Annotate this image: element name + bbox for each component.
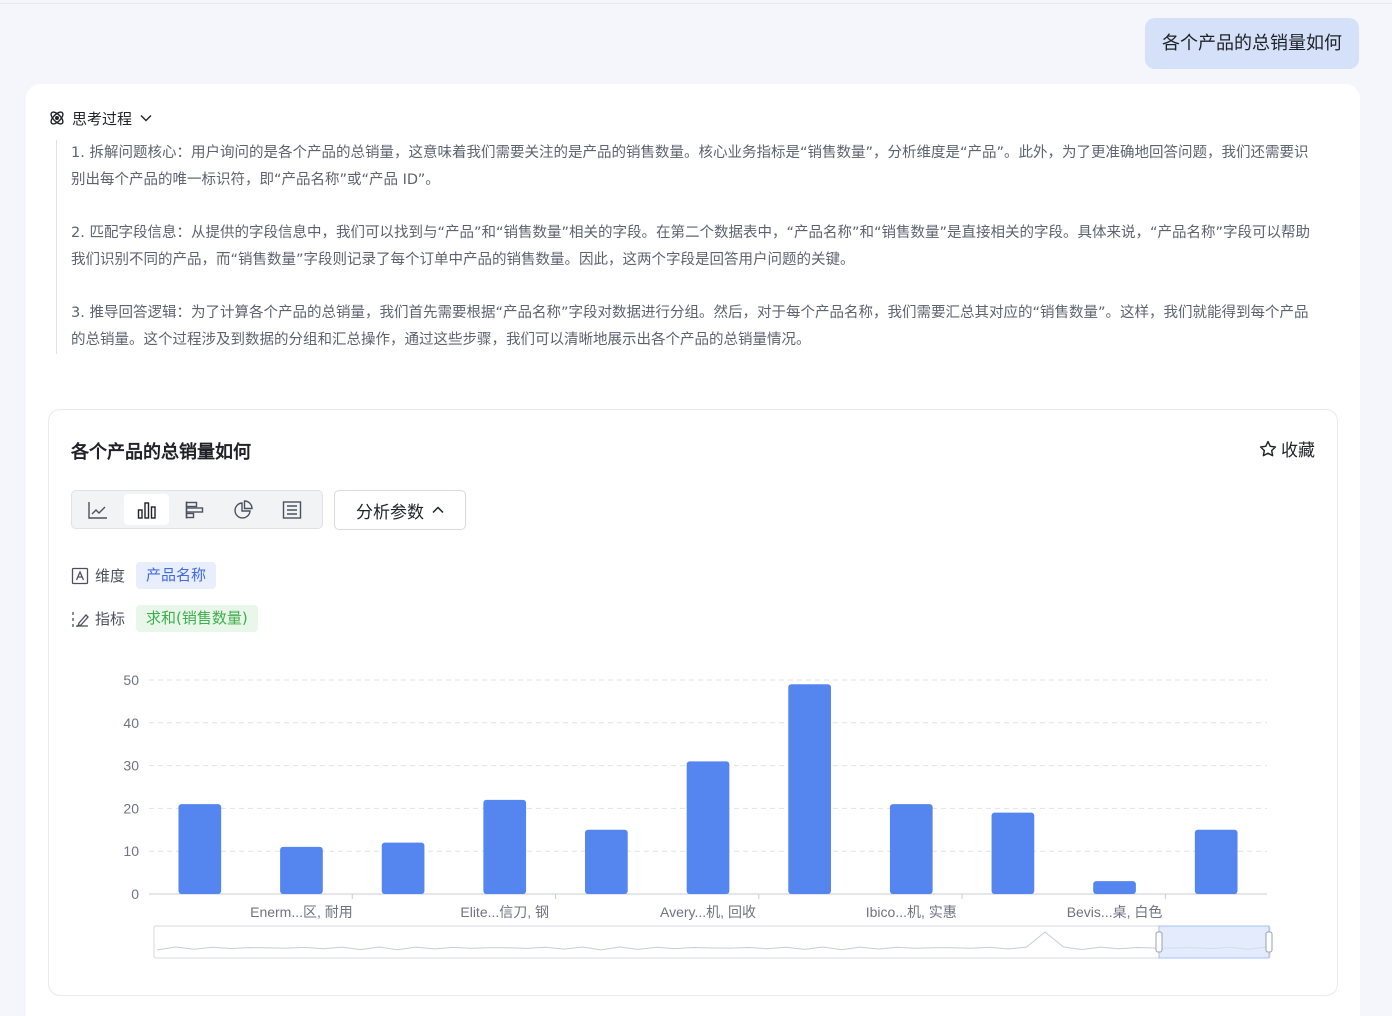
dimension-label: 维度: [95, 567, 126, 585]
bar-chart-button[interactable]: [124, 494, 169, 525]
pie-chart-button[interactable]: [221, 494, 265, 525]
bar[interactable]: [381, 842, 425, 894]
thinking-paragraph: 3. 推导回答逻辑：为了计算各个产品的总销量，我们首先需要根据“产品名称”字段对…: [71, 305, 1309, 348]
line-chart-button[interactable]: [76, 494, 120, 525]
x-tick-label: Bevis...桌, 白色: [1067, 904, 1163, 920]
y-tick-label: 50: [123, 672, 139, 688]
zoom-slider-handle-right[interactable]: [1265, 931, 1273, 953]
metric-tag[interactable]: 求和(销售数量): [136, 605, 258, 632]
thinking-toggle[interactable]: 思考过程: [48, 106, 152, 130]
chart-title: 各个产品的总销量如何: [71, 442, 251, 463]
bar-chart: 0 10 20 30 40 50 Enerm...区, 耐用 Elite...信刀, 钢 Ave…: [123, 672, 1273, 959]
chart-type-switch: [71, 490, 323, 529]
bar[interactable]: [1093, 881, 1136, 894]
bar[interactable]: [1194, 829, 1238, 894]
dimension-row: 维度 产品名称: [71, 562, 217, 589]
horizontal-bar-chart-button[interactable]: [173, 494, 217, 525]
user-message-bubble: 各个产品的总销量如何: [1145, 18, 1359, 69]
horizontal-bar-chart-icon: [185, 501, 204, 518]
favorite-button[interactable]: 收藏: [1259, 436, 1315, 461]
y-tick-label: 0: [131, 886, 139, 902]
zoom-slider-window[interactable]: [1158, 925, 1270, 959]
metric-row: 指标 求和(销售数量): [71, 605, 258, 632]
analysis-params-button[interactable]: 分析参数: [334, 490, 466, 530]
bar[interactable]: [991, 812, 1035, 894]
y-tick-label: 20: [123, 800, 139, 816]
zoom-slider-track[interactable]: [153, 925, 1271, 959]
answer-card: 思考过程 1. 拆解问题核心：用户询问的是各个产品的总销量，这意味着我们需要关注…: [26, 84, 1360, 1016]
y-tick-label: 40: [123, 715, 139, 731]
pie-chart-icon: [234, 499, 254, 519]
dimension-tag[interactable]: 产品名称: [136, 562, 217, 589]
bar-chart-icon: [137, 501, 156, 519]
y-tick-label: 10: [123, 843, 139, 859]
top-divider: [0, 0, 1392, 4]
thinking-icon: [48, 109, 66, 127]
chevron-up-icon: [432, 506, 444, 514]
metric-label: 指标: [95, 610, 126, 628]
x-tick-label: Enerm...区, 耐用: [250, 904, 353, 920]
zoom-slider-handle-left[interactable]: [1155, 931, 1163, 953]
chart-card: 各个产品的总销量如何 收藏 分析参数 维度 产品名称 指标 求和(销售数量) 0…: [48, 409, 1338, 996]
line-chart-icon: [88, 501, 108, 519]
bar[interactable]: [483, 799, 527, 894]
x-tick-label: Elite...信刀, 钢: [460, 904, 549, 920]
bar[interactable]: [178, 804, 222, 894]
analysis-params-label: 分析参数: [356, 502, 424, 523]
bar[interactable]: [686, 761, 730, 894]
thinking-label: 思考过程: [72, 109, 133, 128]
thinking-paragraph: 1. 拆解问题核心：用户询问的是各个产品的总销量，这意味着我们需要关注的是产品的…: [71, 145, 1309, 188]
bar[interactable]: [788, 684, 831, 894]
metric-icon: [71, 610, 89, 628]
favorite-label: 收藏: [1281, 441, 1315, 461]
bar[interactable]: [889, 804, 933, 894]
star-icon: [1259, 440, 1277, 456]
x-tick-label: Ibico...机, 实惠: [866, 904, 957, 920]
bar[interactable]: [280, 846, 323, 894]
thinking-content: 1. 拆解问题核心：用户询问的是各个产品的总销量，这意味着我们需要关注的是产品的…: [56, 140, 1316, 354]
thinking-paragraph: 2. 匹配字段信息：从提供的字段信息中，我们可以找到与“产品”和“销售数量”相关…: [71, 225, 1311, 268]
chevron-down-icon: [140, 114, 152, 122]
x-tick-label: Avery...机, 回收: [660, 904, 756, 920]
y-tick-label: 30: [123, 758, 139, 774]
table-button[interactable]: [270, 494, 314, 525]
table-icon: [282, 500, 302, 519]
dimension-icon: [71, 567, 89, 585]
bar[interactable]: [585, 829, 628, 894]
